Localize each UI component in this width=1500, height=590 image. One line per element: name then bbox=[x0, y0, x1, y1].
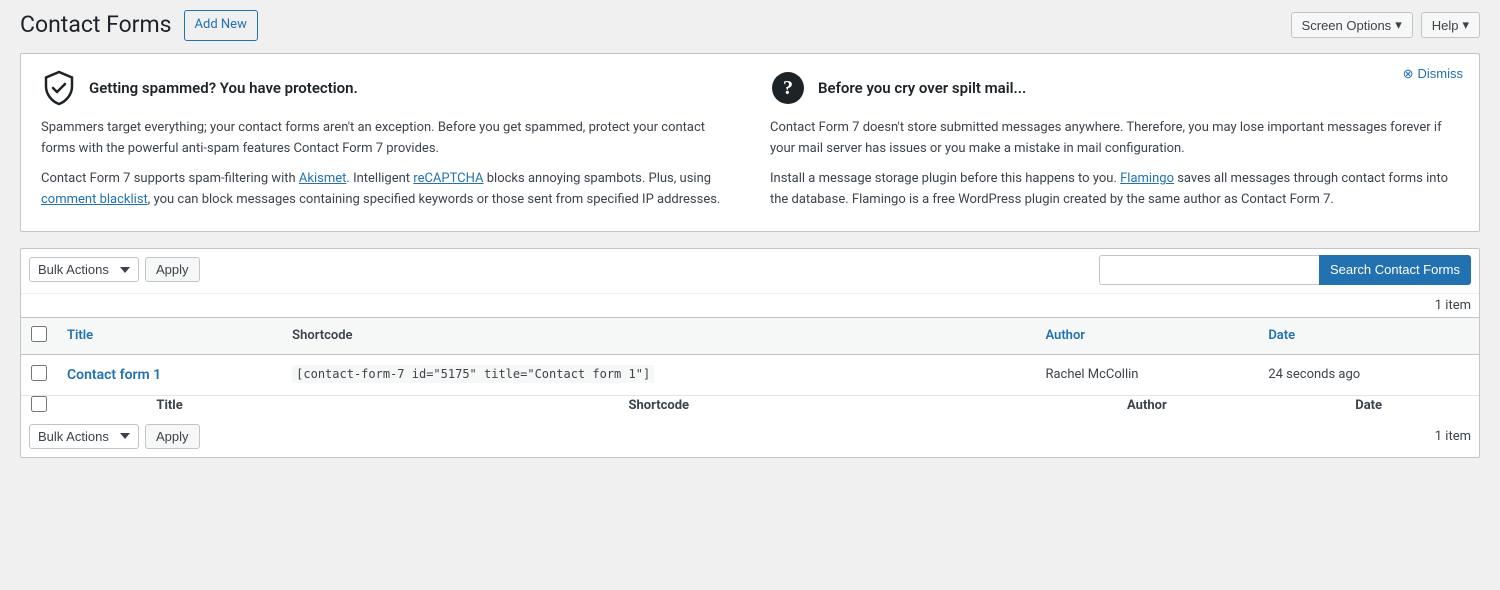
svg-text:?: ? bbox=[783, 77, 793, 99]
table-footer-row: Title Shortcode Author Date bbox=[21, 395, 1479, 416]
row-shortcode-cell: [contact-form-7 id="5175" title="Contact… bbox=[282, 354, 1035, 395]
notice-col1-para1: Spammers target everything; your contact… bbox=[41, 118, 730, 160]
screen-options-label: Screen Options bbox=[1302, 18, 1392, 33]
comment-blacklist-link[interactable]: comment blacklist bbox=[41, 192, 148, 207]
notice-col2-header: ? Before you cry over spilt mail... bbox=[770, 70, 1459, 106]
row-checkbox-cell bbox=[21, 354, 57, 395]
item-count-top: 1 item bbox=[21, 293, 1479, 317]
header-right: Screen Options ▾ Help ▾ bbox=[1291, 12, 1480, 38]
akismet-link[interactable]: Akismet bbox=[299, 171, 347, 186]
flamingo-link[interactable]: Flamingo bbox=[1120, 171, 1174, 186]
col-shortcode-header: Shortcode bbox=[282, 317, 1035, 354]
dismiss-button[interactable]: ⊗ Dismiss bbox=[1403, 66, 1463, 82]
add-new-button[interactable]: Add New bbox=[184, 10, 258, 41]
dismiss-label: Dismiss bbox=[1418, 66, 1464, 81]
tablenav-bottom-left: Bulk Actions Apply bbox=[29, 424, 200, 449]
notice-col2-heading: Before you cry over spilt mail... bbox=[818, 79, 1026, 97]
page-wrapper: Contact Forms Add New Screen Options ▾ H… bbox=[0, 0, 1500, 478]
notice-col-spam: Getting spammed? You have protection. Sp… bbox=[41, 70, 730, 211]
tablenav-top: Bulk Actions Apply Search Contact Forms bbox=[21, 249, 1479, 291]
table-body: Contact form 1 [contact-form-7 id="5175"… bbox=[21, 354, 1479, 395]
forms-table: Title Shortcode Author Date Contact form… bbox=[21, 317, 1479, 416]
page-title: Contact Forms bbox=[20, 10, 172, 40]
select-all-checkbox-top[interactable] bbox=[31, 326, 47, 342]
col-date-footer[interactable]: Date bbox=[1258, 395, 1479, 416]
notice-col-mail: ? Before you cry over spilt mail... Cont… bbox=[770, 70, 1459, 211]
col-author-footer[interactable]: Author bbox=[1035, 395, 1258, 416]
tablenav-top-right: Search Contact Forms bbox=[1099, 255, 1471, 285]
row-checkbox[interactable] bbox=[31, 365, 47, 381]
col-author-header[interactable]: Author bbox=[1035, 317, 1258, 354]
notice-col2-para1: Contact Form 7 doesn't store submitted m… bbox=[770, 118, 1459, 160]
tablenav-bottom: Bulk Actions Apply 1 item bbox=[21, 418, 1479, 455]
row-title-cell: Contact form 1 bbox=[57, 354, 282, 395]
apply-button-bottom[interactable]: Apply bbox=[145, 424, 200, 449]
page-title-area: Contact Forms Add New bbox=[20, 10, 258, 41]
question-icon: ? bbox=[770, 70, 806, 106]
row-author-cell: Rachel McCollin bbox=[1035, 354, 1258, 395]
table-foot: Title Shortcode Author Date bbox=[21, 395, 1479, 416]
notice-col1-para2-mid2: blocks annoying spambots. Plus, using bbox=[484, 171, 712, 186]
table-container: Bulk Actions Apply Search Contact Forms … bbox=[20, 248, 1480, 458]
help-label: Help bbox=[1432, 18, 1459, 33]
screen-options-button[interactable]: Screen Options ▾ bbox=[1291, 12, 1413, 38]
form-title-link[interactable]: Contact form 1 bbox=[67, 367, 161, 383]
help-button[interactable]: Help ▾ bbox=[1421, 12, 1480, 38]
page-header: Contact Forms Add New Screen Options ▾ H… bbox=[20, 10, 1480, 41]
tablenav-top-left: Bulk Actions Apply bbox=[29, 257, 200, 282]
notice-col2-para2: Install a message storage plugin before … bbox=[770, 169, 1459, 211]
col-title-footer[interactable]: Title bbox=[57, 395, 282, 416]
screen-options-chevron-icon: ▾ bbox=[1395, 17, 1402, 33]
col-cb-header bbox=[21, 317, 57, 354]
table-header-row: Title Shortcode Author Date bbox=[21, 317, 1479, 354]
select-all-checkbox-bottom[interactable] bbox=[31, 396, 47, 412]
recaptcha-link[interactable]: reCAPTCHA bbox=[413, 171, 483, 186]
row-date-cell: 24 seconds ago bbox=[1258, 354, 1479, 395]
notice-col2-para2-before: Install a message storage plugin before … bbox=[770, 171, 1120, 186]
help-chevron-icon: ▾ bbox=[1462, 17, 1469, 33]
col-date-header[interactable]: Date bbox=[1258, 317, 1479, 354]
notice-col1-para2: Contact Form 7 supports spam-filtering w… bbox=[41, 169, 730, 211]
table-head: Title Shortcode Author Date bbox=[21, 317, 1479, 354]
search-area: Search Contact Forms bbox=[1099, 255, 1471, 285]
bulk-actions-select-bottom[interactable]: Bulk Actions bbox=[29, 424, 139, 449]
notice-box: ⊗ Dismiss Getting spammed? You have prot… bbox=[20, 53, 1480, 232]
dismiss-circle-icon: ⊗ bbox=[1403, 66, 1414, 82]
apply-button-top[interactable]: Apply bbox=[145, 257, 200, 282]
notice-col1-heading: Getting spammed? You have protection. bbox=[89, 79, 358, 97]
col-cb-footer bbox=[21, 395, 57, 416]
item-count-bottom: 1 item bbox=[1435, 429, 1471, 444]
search-input[interactable] bbox=[1099, 255, 1319, 285]
tablenav-bottom-right: 1 item bbox=[1435, 429, 1471, 444]
shield-icon bbox=[41, 70, 77, 106]
notice-col1-para2-before: Contact Form 7 supports spam-filtering w… bbox=[41, 171, 299, 186]
notice-col1-header: Getting spammed? You have protection. bbox=[41, 70, 730, 106]
bulk-actions-select-top[interactable]: Bulk Actions bbox=[29, 257, 139, 282]
notice-col1-para2-after: , you can block messages containing spec… bbox=[148, 192, 721, 207]
table-row: Contact form 1 [contact-form-7 id="5175"… bbox=[21, 354, 1479, 395]
search-button[interactable]: Search Contact Forms bbox=[1319, 255, 1471, 285]
col-title-header[interactable]: Title bbox=[57, 317, 282, 354]
item-count-top-label: 1 item bbox=[1435, 298, 1471, 313]
col-shortcode-footer: Shortcode bbox=[282, 395, 1035, 416]
notice-col1-para2-mid: . Intelligent bbox=[346, 171, 413, 186]
row-shortcode: [contact-form-7 id="5175" title="Contact… bbox=[292, 365, 654, 383]
notice-columns: Getting spammed? You have protection. Sp… bbox=[41, 70, 1459, 211]
